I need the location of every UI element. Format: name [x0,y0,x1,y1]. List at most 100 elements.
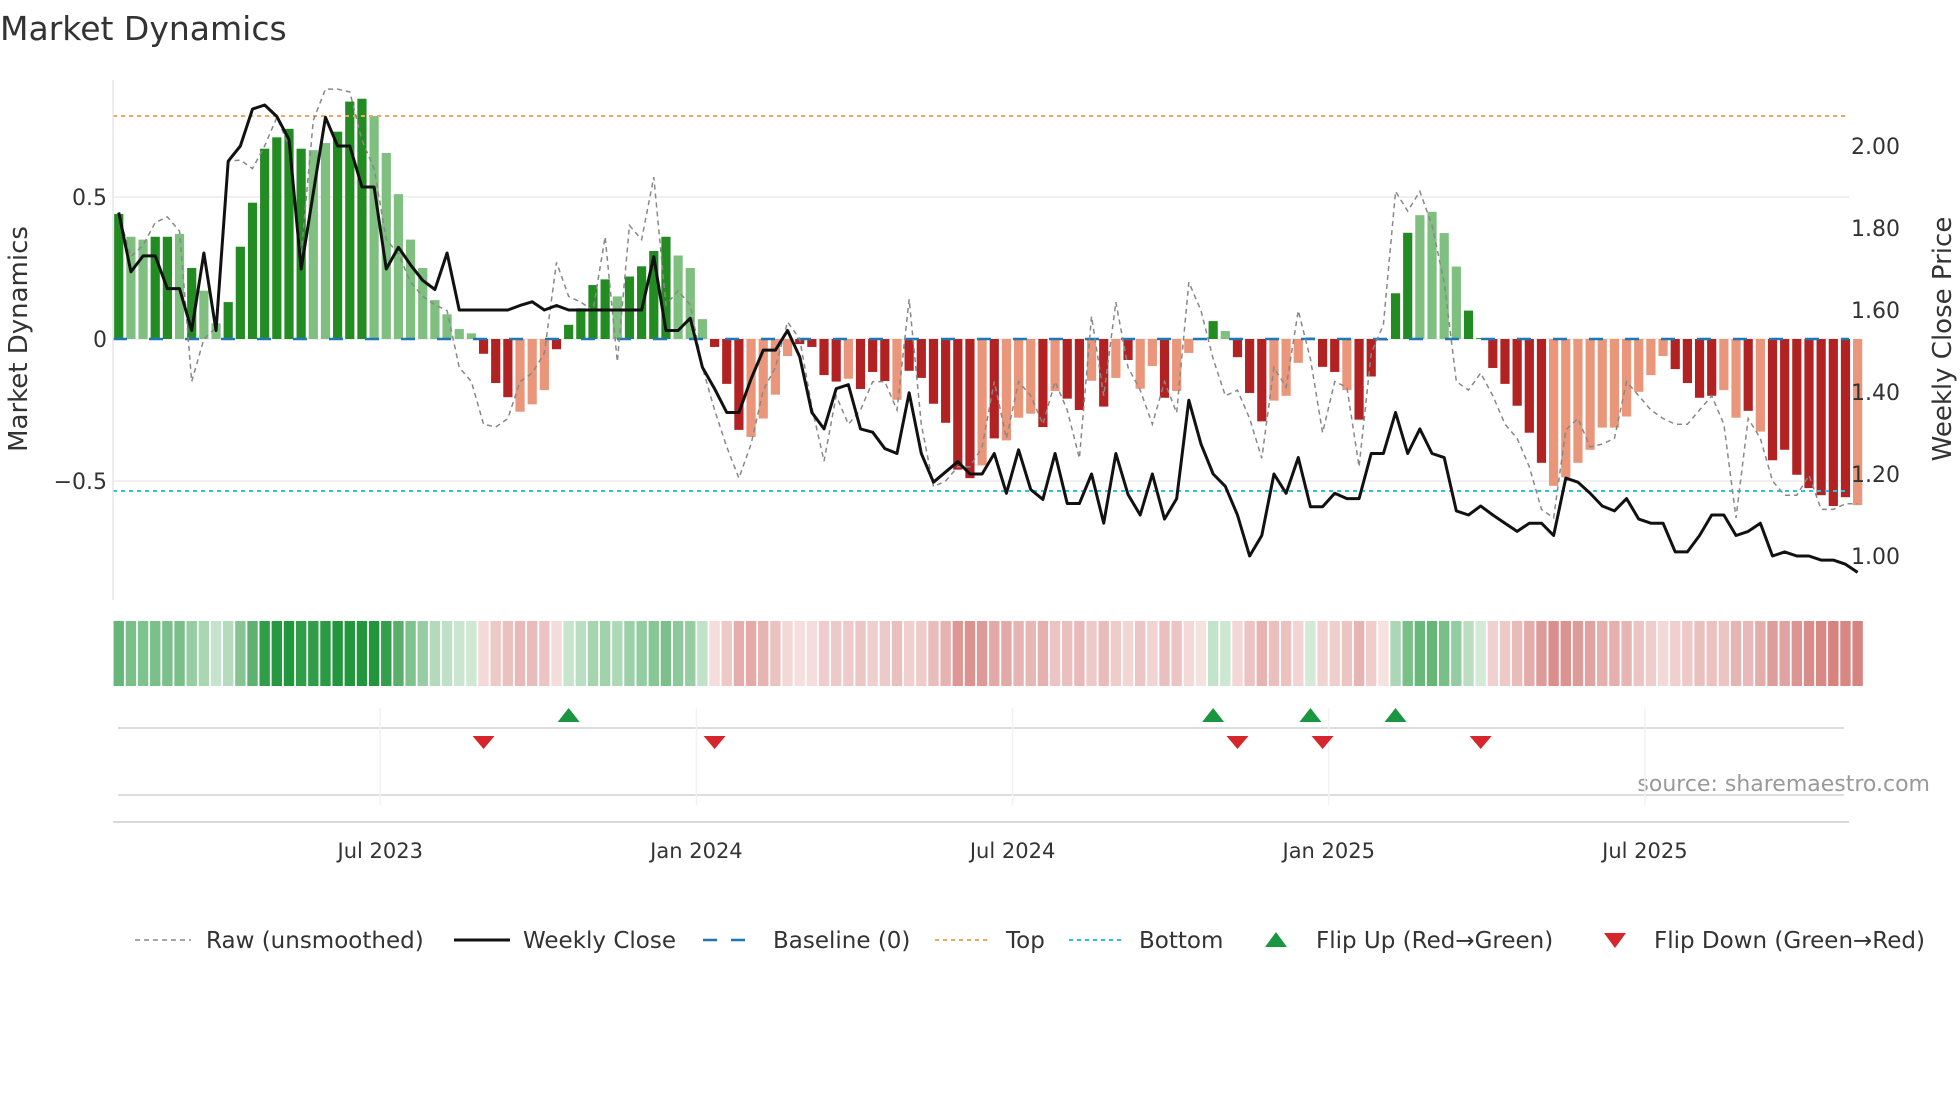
heat-cell-62 [867,621,878,686]
heat-cell-101 [1341,621,1353,686]
heat-cell-97 [1293,621,1304,686]
heat-cell-63 [879,621,891,686]
bar-69 [953,339,963,470]
heat-cell-55 [782,621,793,686]
heat-cell-141 [1828,621,1839,686]
bar-12 [260,148,270,339]
bar-30 [478,339,489,354]
legend-close-label: Weekly Close [523,928,676,954]
bar-122 [1597,339,1607,428]
heat-cell-114 [1499,621,1511,686]
heat-cell-90 [1207,621,1219,686]
heat-cell-143 [1852,621,1863,686]
heat-cell-47 [685,621,696,686]
heat-cell-6 [186,621,197,686]
heat-cell-86 [1159,621,1170,686]
bar-62 [868,339,878,372]
bar-102 [1354,339,1364,420]
bar-11 [247,202,258,339]
heat-cell-28 [454,621,465,686]
heat-cell-76 [1037,621,1049,686]
bar-17 [320,143,331,339]
heat-cell-68 [940,621,951,686]
heat-cell-14 [283,621,295,686]
heat-cell-96 [1280,621,1292,686]
bar-3 [150,236,160,339]
legend-flip-up-icon [1265,932,1287,947]
heat-cell-56 [794,621,805,686]
bar-21 [369,116,379,339]
bar-141 [1828,339,1838,506]
bar-59 [831,339,841,382]
bar-77 [1050,339,1060,391]
heat-cell-83 [1122,621,1134,686]
heat-cell-67 [928,621,939,686]
heat-cell-20 [356,621,368,686]
heat-cell-134 [1742,621,1754,686]
heat-cell-92 [1232,621,1243,686]
flip-down-marker-0 [472,736,495,749]
left-tick-label: 0 [93,328,107,353]
legend-baseline-label: Baseline (0) [773,928,910,954]
heat-cell-115 [1511,621,1523,686]
heat-cell-125 [1633,621,1644,686]
heat-cell-80 [1086,621,1097,686]
bar-101 [1342,339,1352,391]
x-tick-label: Jan 2024 [648,839,743,863]
bar-55 [782,339,793,357]
bar-138 [1792,339,1802,475]
bar-32 [503,339,513,398]
heat-cell-95 [1268,621,1280,686]
heat-cell-25 [417,621,428,686]
heat-cell-32 [502,621,514,686]
bar-123 [1609,339,1620,428]
bar-34 [527,339,537,405]
heat-cell-21 [368,621,380,686]
bar-61 [855,339,866,389]
heat-cell-109 [1438,621,1450,686]
chart-title: Market Dynamics [0,9,287,48]
bar-129 [1682,339,1692,384]
bar-132 [1719,339,1729,391]
bar-142 [1840,339,1851,498]
heat-cell-121 [1584,621,1596,686]
bar-119 [1561,339,1571,478]
heat-cell-137 [1779,621,1790,686]
bar-51 [734,339,744,430]
heat-cell-81 [1098,621,1109,686]
heat-cell-26 [429,621,441,686]
raw-unsmoothed-line [118,88,1858,520]
heat-cell-12 [259,621,270,686]
bar-105 [1390,293,1401,339]
x-tick-label: Jul 2025 [1600,839,1687,863]
heat-cell-127 [1657,621,1669,686]
bar-111 [1463,310,1474,339]
bar-107 [1415,215,1425,339]
bar-140 [1816,339,1826,496]
legend-flip-down-icon [1604,933,1626,948]
heat-cell-108 [1426,621,1438,686]
heat-cell-64 [891,621,903,686]
legend-flip_up-label: Flip Up (Red→Green) [1316,928,1553,954]
y-axis-right-label: Weekly Close Price [1928,217,1958,462]
heat-cell-11 [247,621,258,686]
bar-43 [637,266,647,339]
heat-cell-18 [332,621,343,686]
heat-cell-130 [1694,621,1705,686]
bar-133 [1731,339,1741,418]
heat-cell-128 [1670,621,1681,686]
heat-cell-29 [466,621,477,686]
heat-cell-0 [113,621,124,686]
heat-cell-36 [551,621,562,686]
bar-49 [709,339,720,347]
bar-20 [357,98,367,340]
x-tick-label: Jan 2025 [1281,839,1376,863]
bar-127 [1658,339,1668,357]
bar-91 [1220,331,1230,339]
heat-cell-88 [1183,621,1195,686]
bar-121 [1585,339,1595,450]
bar-139 [1804,339,1814,489]
bar-120 [1573,339,1583,463]
heat-cell-31 [490,621,501,686]
market-dynamics-chart: Market Dynamics Market Dynamics Weekly C… [0,9,1958,954]
